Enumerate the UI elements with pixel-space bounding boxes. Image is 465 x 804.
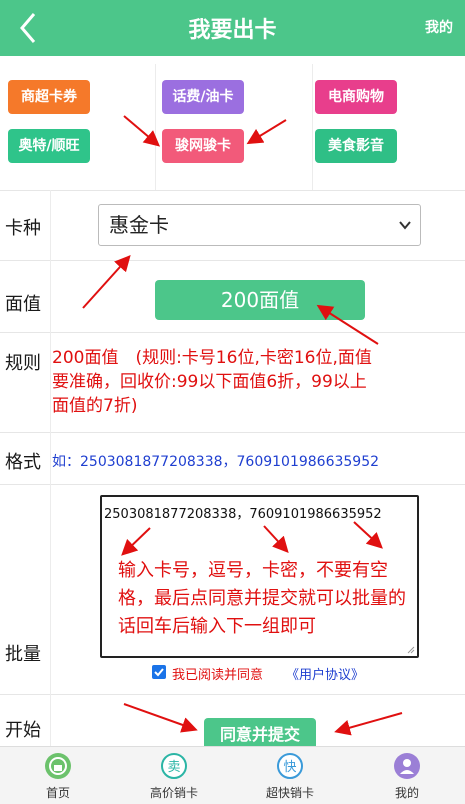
category-dianshang-button[interactable]: 电商购物 xyxy=(315,80,397,114)
card-type-value: 惠金卡 xyxy=(109,213,169,237)
category-panel: 商超卡券 话费/油卡 电商购物 奥特/顺旺 骏网骏卡 美食影音 xyxy=(0,56,465,190)
resize-grip-icon[interactable] xyxy=(407,646,415,654)
tab-high-price[interactable]: 卖 高价销卡 xyxy=(116,747,232,804)
agreement-text: 我已阅读并同意 xyxy=(172,668,264,683)
tab-fast[interactable]: 快 超快销卡 xyxy=(232,747,348,804)
tab-fast-label: 超快销卡 xyxy=(265,786,314,800)
batch-annotation-text: 输入卡号，逗号，卡密，不要有空格，最后点同意并提交就可以批量的话回车后输入下一组… xyxy=(118,560,406,637)
category-junwang-button[interactable]: 骏网骏卡 xyxy=(162,129,244,163)
tab-mine-label: 我的 xyxy=(394,786,419,800)
batch-textarea[interactable]: 2503081877208338，7609101986635952 输入卡号，逗… xyxy=(100,495,419,658)
card-type-label: 卡种 xyxy=(5,218,41,239)
category-meishi-button[interactable]: 美食影音 xyxy=(315,129,397,163)
header-mine-link[interactable]: 我的 xyxy=(425,17,453,37)
face-value-button[interactable]: 200面值 xyxy=(155,280,365,320)
svg-text:快: 快 xyxy=(283,760,296,775)
app-header: 我要出卡 我的 xyxy=(0,0,465,56)
fast-icon: 快 xyxy=(277,753,303,779)
category-shangchao-button[interactable]: 商超卡券 xyxy=(8,80,90,114)
category-divider xyxy=(312,64,313,190)
tab-home[interactable]: 首页 xyxy=(0,747,116,804)
chevron-down-icon xyxy=(399,221,411,230)
tab-high-price-label: 高价销卡 xyxy=(149,786,198,800)
tab-home-label: 首页 xyxy=(45,786,70,800)
page-title: 我要出卡 xyxy=(188,18,277,43)
category-huafei-button[interactable]: 话费/油卡 xyxy=(162,80,244,114)
category-aote-button[interactable]: 奥特/顺旺 xyxy=(8,129,90,163)
tab-mine[interactable]: 我的 xyxy=(349,747,465,804)
face-value-label: 面值 xyxy=(5,294,41,315)
svg-text:卖: 卖 xyxy=(167,760,180,775)
user-icon xyxy=(394,753,420,779)
user-agreement-link[interactable]: 《用户协议》 xyxy=(286,664,364,683)
home-icon xyxy=(45,753,71,779)
format-example: 如：2503081877208338，7609101986635952 xyxy=(52,454,380,470)
format-label: 格式 xyxy=(5,452,41,473)
card-type-select[interactable]: 惠金卡 xyxy=(98,204,421,246)
sell-icon: 卖 xyxy=(161,753,187,779)
rule-text: 200面值 (规则:卡号16位,卡密16位,面值要准确，回收价:99以下面值6折… xyxy=(52,348,372,416)
agreement-checkbox[interactable] xyxy=(152,665,166,679)
checkmark-icon xyxy=(154,668,164,677)
label-column-divider xyxy=(50,190,51,746)
category-divider xyxy=(155,64,156,190)
batch-label: 批量 xyxy=(5,644,41,665)
rule-label: 规则 xyxy=(5,353,41,374)
start-label: 开始 xyxy=(5,720,41,741)
bottom-tab-bar: 首页 卖 高价销卡 快 超快销卡 我的 xyxy=(0,746,465,804)
batch-textarea-value: 2503081877208338，7609101986635952 xyxy=(104,507,382,522)
